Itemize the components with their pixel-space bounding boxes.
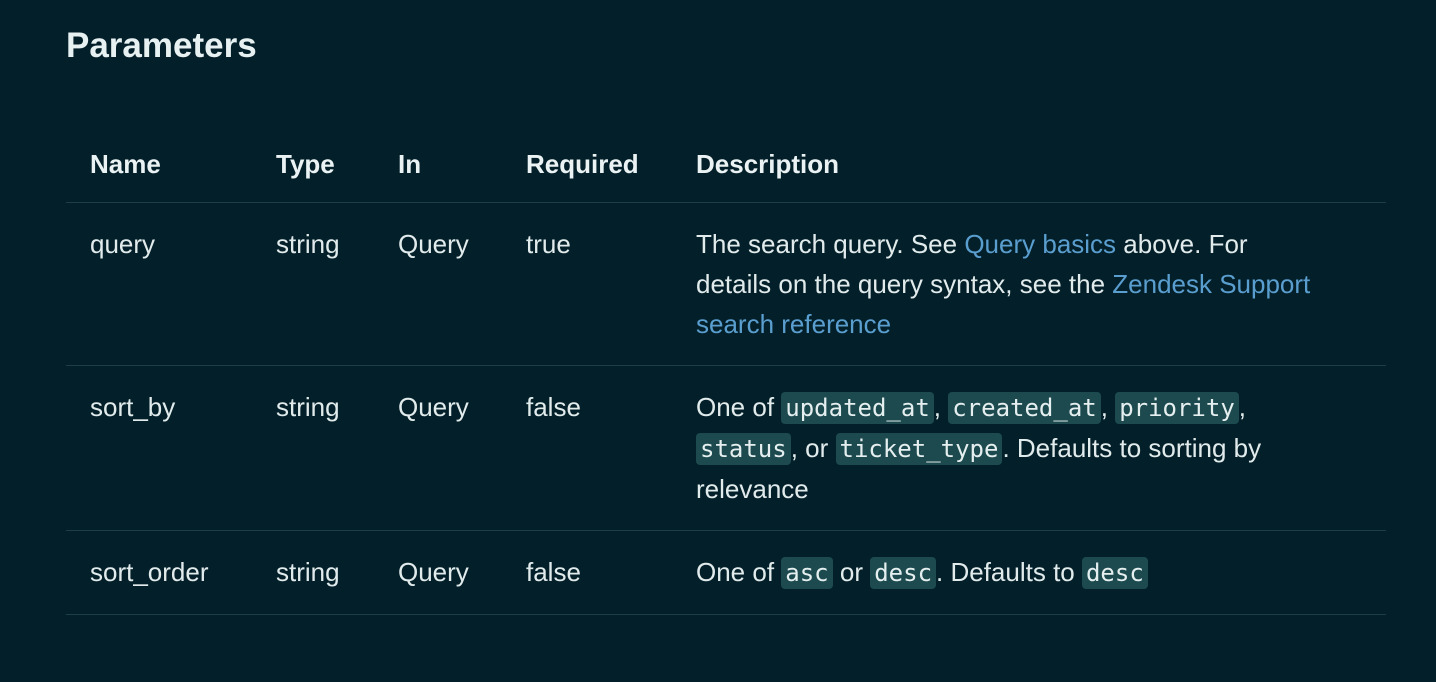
description-text: , or [790,433,836,463]
param-description: One of asc or desc. Defaults to desc [672,530,1386,615]
description-text: One of [696,557,782,587]
description-text: One of [696,392,782,422]
code-value: created_at [948,392,1101,424]
description-text: or [832,557,871,587]
code-value: priority [1115,392,1239,424]
description-text: The search query. See [696,229,965,259]
code-value: ticket_type [835,433,1003,465]
param-description: One of updated_at, created_at, priority,… [672,365,1386,531]
param-type: string [252,530,374,615]
description-text: . Defaults to [936,557,1082,587]
param-description: The search query. See Query basics above… [672,202,1386,366]
param-required: false [502,530,672,615]
parameters-table: Name Type In Required Description query … [66,130,1386,615]
table-row-sort-order: sort_order string Query false One of asc… [66,530,1386,615]
column-header-type: Type [252,130,374,203]
param-required: true [502,202,672,366]
query-basics-link[interactable]: Query basics [964,229,1116,259]
param-type: string [252,202,374,366]
param-in: Query [374,530,502,615]
column-header-in: In [374,130,502,203]
code-value: asc [781,557,833,589]
param-required: false [502,365,672,531]
column-header-name: Name [66,130,252,203]
code-value: status [696,433,791,465]
section-title: Parameters [66,26,257,65]
description-text: , [1100,392,1116,422]
table-row-sort-by: sort_by string Query false One of update… [66,365,1386,531]
param-in: Query [374,365,502,531]
param-type: string [252,365,374,531]
description-text: , [1238,392,1247,422]
code-value: desc [870,557,937,589]
code-value: desc [1081,557,1148,589]
table-row-query: query string Query true The search query… [66,202,1386,366]
param-name: sort_order [66,530,252,615]
param-name: query [66,202,252,366]
code-value: updated_at [781,392,934,424]
table-header-row: Name Type In Required Description [66,130,1386,203]
param-in: Query [374,202,502,366]
description-text: , [933,392,949,422]
page: Parameters Name Type In Required Descrip… [0,0,1436,682]
param-name: sort_by [66,365,252,531]
column-header-description: Description [672,130,1386,203]
column-header-required: Required [502,130,672,203]
